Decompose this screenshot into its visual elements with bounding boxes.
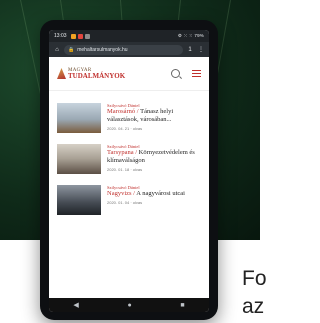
- article-title-highlight: Marosárnó /: [107, 108, 139, 115]
- site-header: MAGYAR TUDALMÁNYOK: [49, 57, 209, 91]
- article-item[interactable]: Szilycsávó Dániel Nagyvizs / A nagyváros…: [57, 185, 201, 215]
- article-title-highlight: Nagyvizs /: [107, 190, 135, 197]
- logo-icon: [57, 68, 66, 79]
- back-icon[interactable]: ◀: [73, 301, 78, 309]
- tablet-screen: 13:03 ⚙ ⁙ ⁙ 79% ⌂ 🔒 mehaltarsulmanyok.hu…: [49, 30, 209, 312]
- article-thumbnail[interactable]: [57, 185, 101, 215]
- caption-line-1: Fo: [242, 267, 267, 290]
- notification-icon: [77, 33, 83, 39]
- notification-icon: [70, 33, 76, 39]
- tabs-count-icon[interactable]: 1: [186, 47, 194, 53]
- tablet-device: 13:03 ⚙ ⁙ ⁙ 79% ⌂ 🔒 mehaltarsulmanyok.hu…: [40, 20, 218, 320]
- address-bar[interactable]: 🔒 mehaltarsulmanyok.hu: [64, 44, 183, 55]
- home-button-icon[interactable]: ●: [127, 302, 131, 309]
- article-title-text: A nagyvárosi utcai: [134, 190, 185, 197]
- recent-apps-icon[interactable]: ■: [180, 302, 184, 309]
- hamburger-menu-icon[interactable]: [192, 70, 201, 77]
- article-title[interactable]: Tarsypana / Környezetvédelem és klímavál…: [107, 149, 201, 165]
- article-title[interactable]: Marosárnó / Tánasz helyi választások, vá…: [107, 108, 201, 124]
- browser-bar: ⌂ 🔒 mehaltarsulmanyok.hu 1 ⋮: [49, 42, 209, 57]
- status-time: 13:03: [54, 33, 67, 39]
- search-icon[interactable]: [171, 69, 180, 78]
- article-list: Szilycsávó Dániel Marosárnó / Tánasz hel…: [49, 91, 209, 215]
- more-menu-icon[interactable]: ⋮: [197, 46, 205, 53]
- status-bar: 13:03 ⚙ ⁙ ⁙ 79%: [49, 30, 209, 42]
- article-thumbnail[interactable]: [57, 103, 101, 133]
- caption-line-2: az: [242, 295, 265, 319]
- caption-text: Fo az: [242, 265, 267, 322]
- home-icon[interactable]: ⌂: [53, 47, 61, 53]
- article-thumbnail[interactable]: [57, 144, 101, 174]
- status-notification-icons: [70, 33, 90, 39]
- article-date: 2020. 01. 04 · olvas: [107, 199, 143, 205]
- article-date: 2020. 01. 18 · olvas: [107, 166, 143, 172]
- address-text: mehaltarsulmanyok.hu: [77, 46, 128, 53]
- android-navigation-bar: ◀ ● ■: [49, 298, 209, 312]
- site-logo[interactable]: MAGYAR TUDALMÁNYOK: [68, 68, 125, 80]
- logo-main-text: TUDALMÁNYOK: [68, 71, 126, 80]
- article-date: 2020. 04. 21 · olvas: [107, 125, 143, 131]
- article-item[interactable]: Szilycsávó Dániel Marosárnó / Tánasz hel…: [57, 103, 201, 133]
- notification-icon: [84, 33, 90, 39]
- lock-icon: 🔒: [68, 46, 75, 53]
- article-item[interactable]: Szilycsávó Dániel Tarsypana / Környezetv…: [57, 144, 201, 174]
- article-title-highlight: Tarsypana /: [107, 149, 138, 156]
- status-right-icons: ⚙ ⁙ ⁙ 79%: [177, 33, 204, 38]
- article-title[interactable]: Nagyvizs / A nagyvárosi utcai: [107, 190, 201, 198]
